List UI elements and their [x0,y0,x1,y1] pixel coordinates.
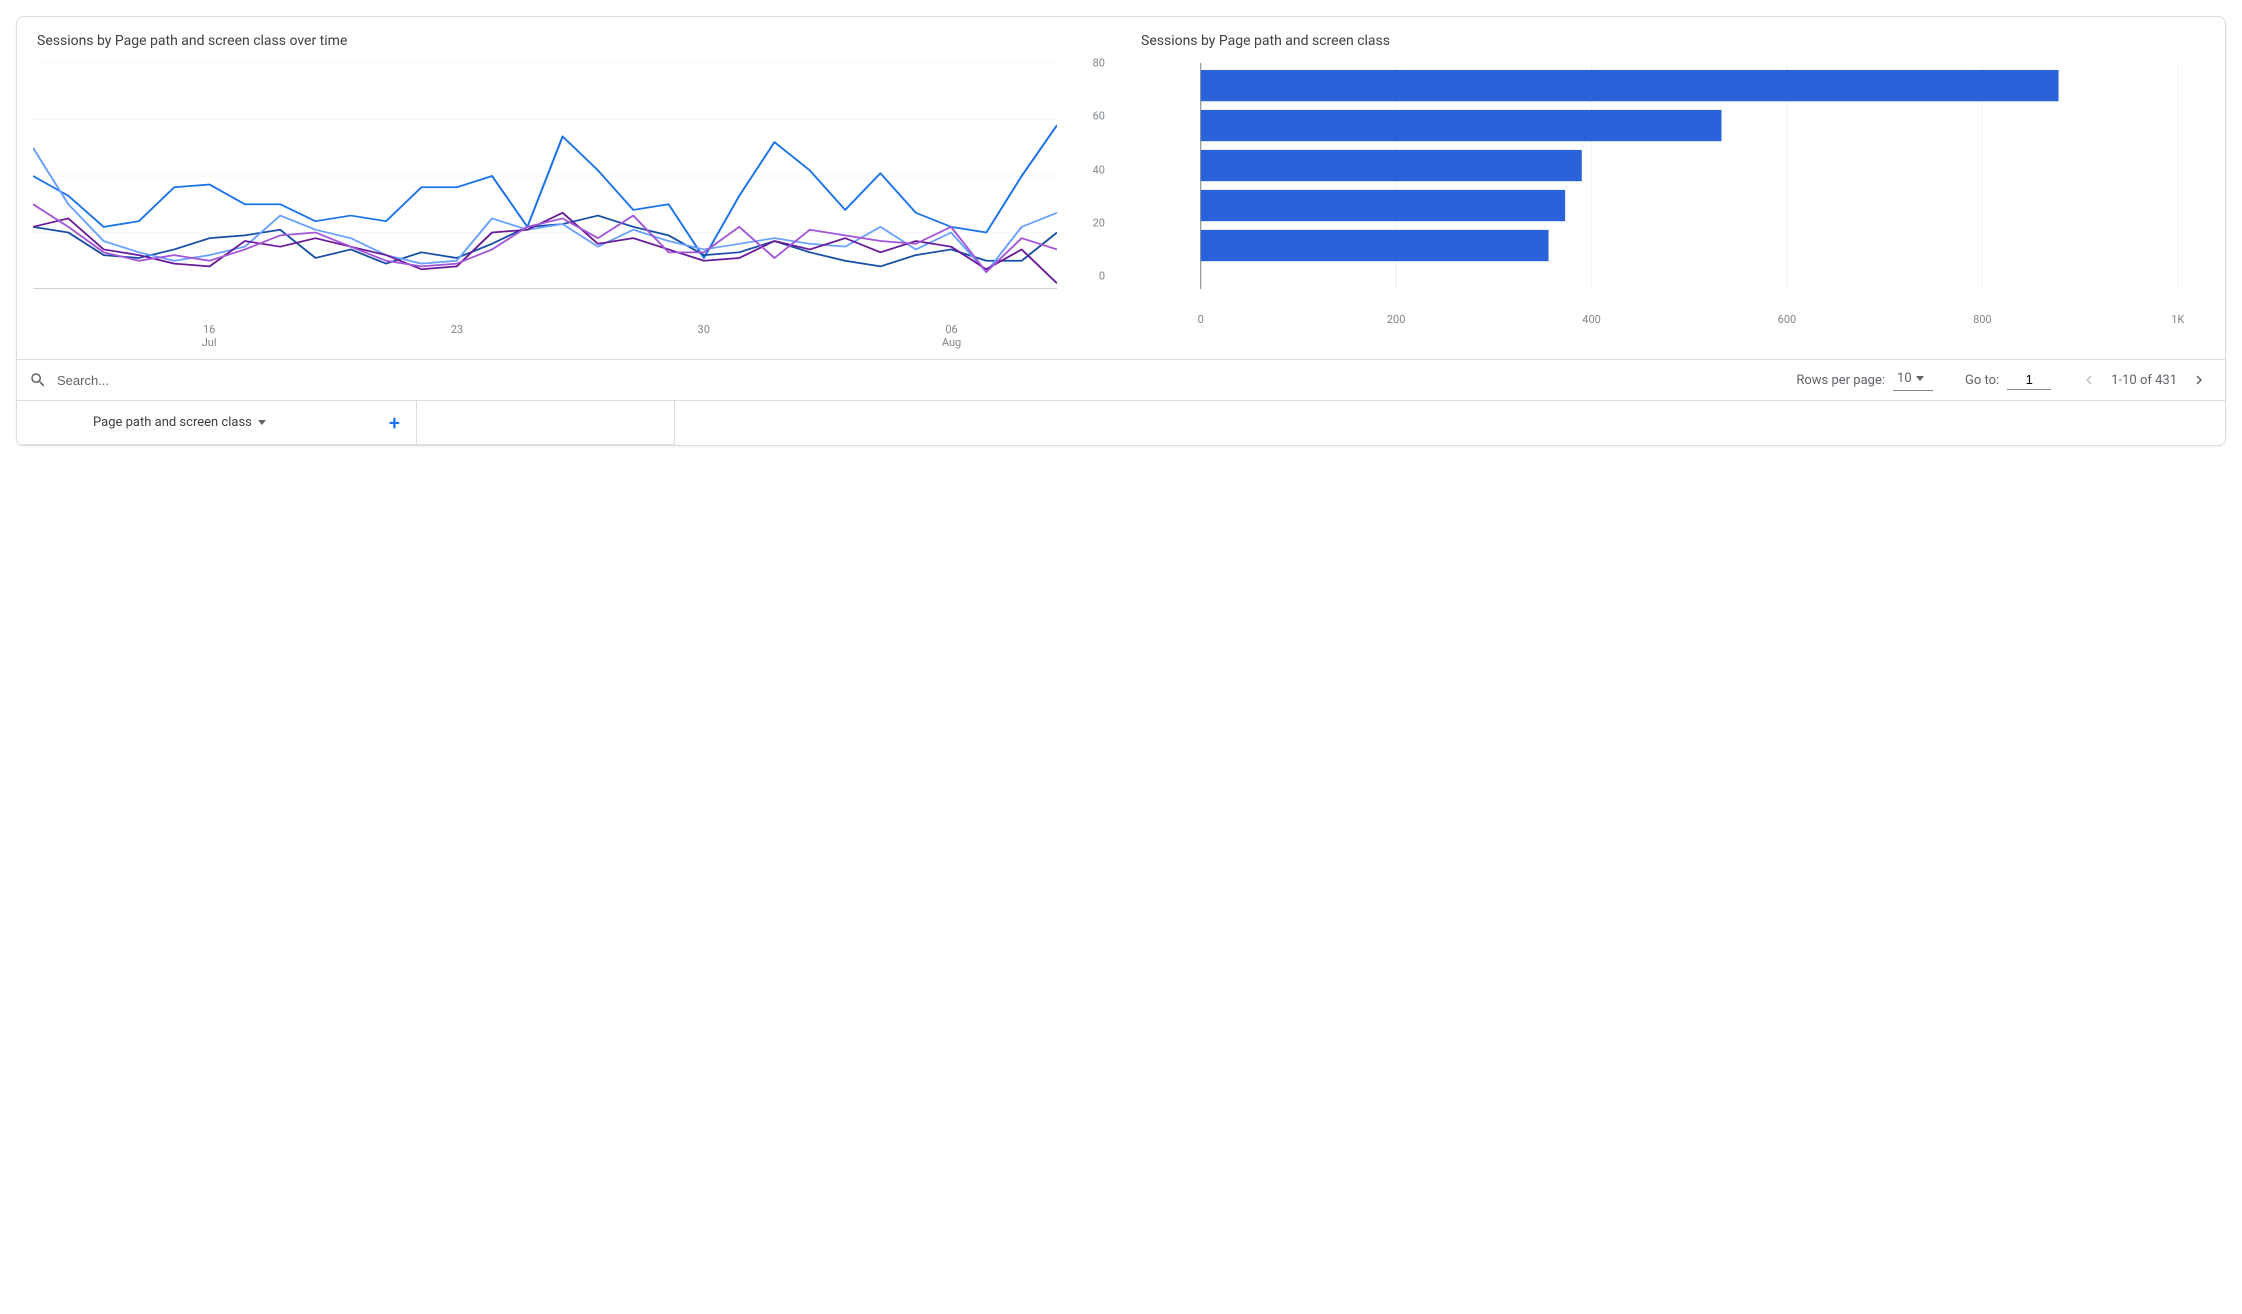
search-box[interactable] [29,371,905,389]
dimension-label: Page path and screen class [93,415,252,430]
line-chart-y-ticks: 806040200 [1065,63,1105,289]
bar-chart-bars [1201,70,2059,261]
chevron-right-icon [2190,371,2208,389]
goto-label: Go to: [1965,373,1999,388]
rows-per-page-label: Rows per page: [1796,373,1885,388]
line-chart-series [33,125,1057,283]
line-chart-title: Sessions by Page path and screen class o… [37,33,1105,49]
table-toolbar: Rows per page: 10 Go to: 1-10 of 431 [17,359,2225,401]
caret-down-icon [258,420,266,425]
search-icon [29,371,47,389]
page-next-button[interactable] [2185,366,2213,394]
chevron-left-icon [2080,371,2098,389]
line-chart-gridlines: ↓SessionsViewsUsersViews per userAverage… [33,63,1057,289]
line-chart-pane: Sessions by Page path and screen class o… [33,33,1105,323]
bar-chart-svg [1137,63,2199,289]
rows-per-page-value: 10 [1897,371,1912,386]
rows-per-page-select[interactable]: 10 [1893,369,1933,391]
charts-row: Sessions by Page path and screen class o… [17,17,2225,359]
search-input[interactable] [55,372,335,389]
bar-chart-title: Sessions by Page path and screen class [1141,33,2209,49]
page-range-label: 1-10 of 431 [2111,373,2177,388]
bar-chart[interactable]: 02004006008001K [1137,63,2209,323]
add-dimension-button[interactable]: + [389,411,400,435]
line-chart[interactable]: ↓SessionsViewsUsersViews per userAverage… [33,63,1105,323]
goto-input[interactable] [2007,371,2051,390]
bar-chart-pane: Sessions by Page path and screen class 0… [1105,33,2209,323]
line-chart-svg: ↓SessionsViewsUsersViews per userAverage… [33,63,1057,289]
caret-down-icon [1916,376,1924,381]
dimension-header[interactable]: Page path and screen class + [17,401,417,445]
analytics-report-card: Sessions by Page path and screen class o… [16,16,2226,446]
page-prev-button[interactable] [2075,366,2103,394]
totals-dimension-cell [417,401,675,445]
data-table: Page path and screen class + [17,401,2225,445]
